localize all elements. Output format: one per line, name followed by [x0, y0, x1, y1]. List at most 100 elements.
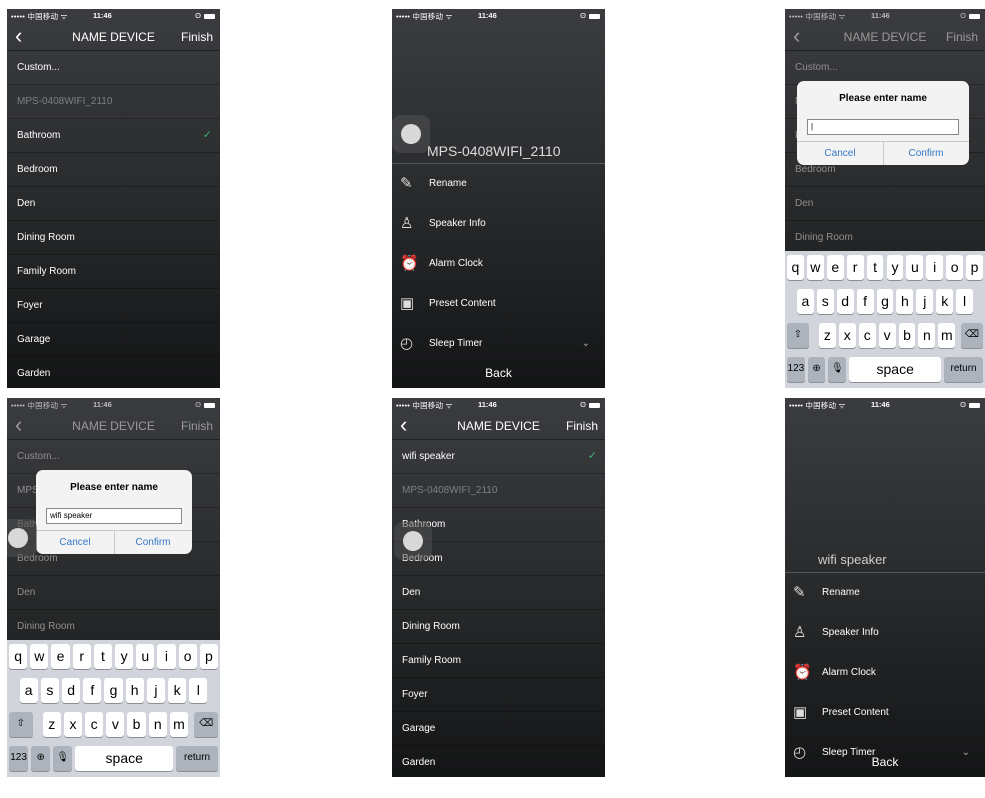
- menu-item-speaker-info[interactable]: ♙ Speaker Info: [392, 204, 605, 244]
- key-b[interactable]: b: [127, 712, 146, 737]
- return-key[interactable]: return: [176, 746, 218, 771]
- key-m[interactable]: m: [938, 323, 956, 348]
- key-r[interactable]: r: [72, 644, 91, 669]
- list-item[interactable]: Den: [785, 187, 985, 221]
- menu-item-preset-content[interactable]: ▣ Preset Content: [785, 693, 985, 733]
- list-item[interactable]: Family Room: [7, 255, 220, 289]
- shift-key-icon[interactable]: ⇧: [9, 712, 33, 737]
- menu-item-preset-content[interactable]: ▣ Preset Content: [392, 284, 605, 324]
- key-w[interactable]: w: [806, 255, 824, 280]
- key-m[interactable]: m: [169, 712, 189, 737]
- key-l[interactable]: l: [189, 678, 208, 703]
- name-input[interactable]: |: [807, 119, 959, 135]
- key-j[interactable]: j: [916, 289, 934, 314]
- key-p[interactable]: p: [199, 644, 218, 669]
- microphone-key-icon[interactable]: 🎙: [53, 746, 73, 771]
- key-a[interactable]: a: [19, 678, 38, 703]
- back-button[interactable]: Back: [785, 755, 985, 769]
- globe-key-icon[interactable]: ⊕: [31, 746, 51, 771]
- key-c[interactable]: c: [858, 323, 876, 348]
- key-r[interactable]: r: [846, 255, 864, 280]
- finish-button[interactable]: Finish: [566, 419, 598, 433]
- list-item[interactable]: Bathroom ✓: [7, 119, 220, 153]
- list-item[interactable]: Family Room: [392, 644, 605, 678]
- list-item[interactable]: Custom...: [7, 51, 220, 85]
- key-e[interactable]: e: [51, 644, 70, 669]
- menu-item-alarm-clock[interactable]: ⏰ Alarm Clock: [785, 653, 985, 693]
- list-item[interactable]: Den: [7, 187, 220, 221]
- key-s[interactable]: s: [40, 678, 59, 703]
- key-n[interactable]: n: [918, 323, 936, 348]
- key-k[interactable]: k: [168, 678, 187, 703]
- key-j[interactable]: j: [146, 678, 165, 703]
- key-d[interactable]: d: [62, 678, 81, 703]
- key-t[interactable]: t: [866, 255, 884, 280]
- list-item[interactable]: Bedroom: [7, 153, 220, 187]
- key-i[interactable]: i: [926, 255, 944, 280]
- list-item[interactable]: Dining Room: [7, 610, 220, 644]
- back-button[interactable]: Back: [392, 366, 605, 380]
- key-b[interactable]: b: [898, 323, 916, 348]
- key-h[interactable]: h: [896, 289, 914, 314]
- key-i[interactable]: i: [157, 644, 176, 669]
- list-item[interactable]: Den: [392, 576, 605, 610]
- microphone-key-icon[interactable]: 🎙: [828, 357, 847, 382]
- space-key[interactable]: space: [849, 357, 942, 382]
- key-o[interactable]: o: [946, 255, 964, 280]
- finish-button[interactable]: Finish: [946, 30, 978, 44]
- key-s[interactable]: s: [816, 289, 834, 314]
- key-t[interactable]: t: [93, 644, 112, 669]
- key-d[interactable]: d: [836, 289, 854, 314]
- key-a[interactable]: a: [796, 289, 814, 314]
- confirm-button[interactable]: Confirm: [883, 142, 969, 165]
- numbers-key[interactable]: 123: [787, 357, 805, 382]
- menu-item-rename[interactable]: ✎ Rename: [392, 164, 605, 204]
- key-q[interactable]: q: [787, 255, 804, 280]
- finish-button[interactable]: Finish: [181, 30, 213, 44]
- list-item[interactable]: Garden: [7, 357, 220, 388]
- key-x[interactable]: x: [838, 323, 856, 348]
- delete-key-icon[interactable]: ⌫: [961, 323, 983, 348]
- key-u[interactable]: u: [906, 255, 924, 280]
- menu-item-rename[interactable]: ✎ Rename: [785, 573, 985, 613]
- name-input[interactable]: wifi speaker: [46, 508, 182, 524]
- space-key[interactable]: space: [75, 746, 174, 771]
- key-g[interactable]: g: [104, 678, 123, 703]
- finish-button[interactable]: Finish: [181, 419, 213, 433]
- key-p[interactable]: p: [966, 255, 983, 280]
- cancel-button[interactable]: Cancel: [797, 142, 883, 165]
- key-l[interactable]: l: [956, 289, 974, 314]
- key-y[interactable]: y: [886, 255, 904, 280]
- key-v[interactable]: v: [878, 323, 896, 348]
- key-f[interactable]: f: [856, 289, 874, 314]
- key-k[interactable]: k: [936, 289, 954, 314]
- menu-item-sleep-timer[interactable]: ◴ Sleep Timer ⌄: [392, 324, 605, 364]
- key-v[interactable]: v: [106, 712, 125, 737]
- globe-key-icon[interactable]: ⊕: [807, 357, 826, 382]
- list-item[interactable]: wifi speaker ✓: [392, 440, 605, 474]
- list-item[interactable]: Garage: [392, 712, 605, 746]
- key-w[interactable]: w: [30, 644, 49, 669]
- list-item[interactable]: Dining Room: [7, 221, 220, 255]
- key-c[interactable]: c: [85, 712, 104, 737]
- numbers-key[interactable]: 123: [9, 746, 29, 771]
- list-item[interactable]: Custom...: [7, 440, 220, 474]
- key-z[interactable]: z: [818, 323, 836, 348]
- delete-key-icon[interactable]: ⌫: [194, 712, 218, 737]
- menu-item-speaker-info[interactable]: ♙ Speaker Info: [785, 613, 985, 653]
- shift-key-icon[interactable]: ⇧: [787, 323, 809, 348]
- key-x[interactable]: x: [63, 712, 83, 737]
- cancel-button[interactable]: Cancel: [36, 531, 114, 554]
- list-item[interactable]: Foyer: [7, 289, 220, 323]
- list-item[interactable]: Foyer: [392, 678, 605, 712]
- return-key[interactable]: return: [944, 357, 983, 382]
- key-o[interactable]: o: [178, 644, 197, 669]
- list-item[interactable]: Garden: [392, 746, 605, 777]
- key-u[interactable]: u: [136, 644, 155, 669]
- menu-item-alarm-clock[interactable]: ⏰ Alarm Clock: [392, 244, 605, 284]
- key-h[interactable]: h: [125, 678, 144, 703]
- list-item[interactable]: MPS-0408WIFI_2110: [7, 85, 220, 119]
- key-z[interactable]: z: [42, 712, 61, 737]
- list-item[interactable]: Dining Room: [392, 610, 605, 644]
- key-f[interactable]: f: [83, 678, 102, 703]
